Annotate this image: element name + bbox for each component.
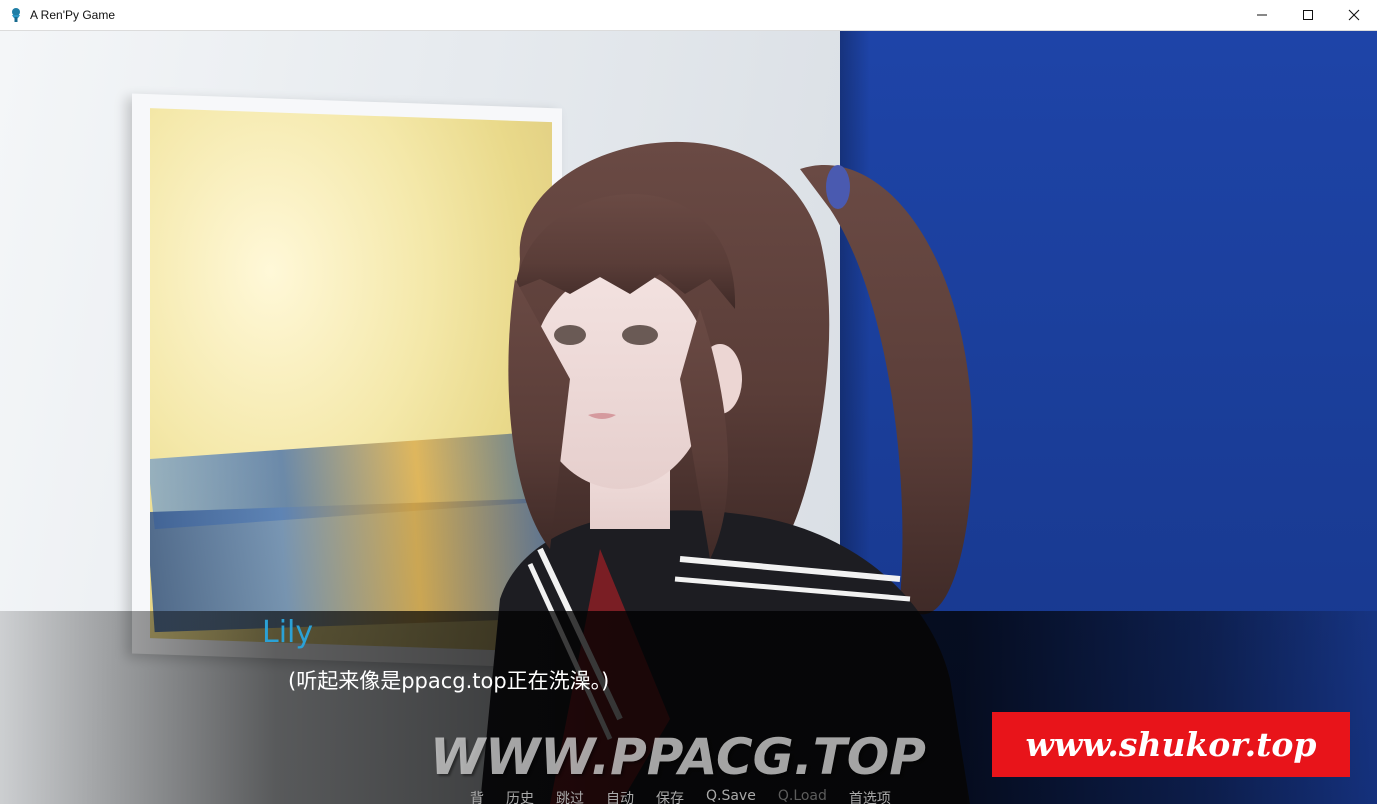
watermark-shukor-text: www.shukor.top: [1025, 725, 1317, 764]
close-icon: [1348, 9, 1360, 21]
game-viewport[interactable]: Lily (听起来像是ppacg.top正在洗澡。) WWW.PPACG.TOP…: [0, 31, 1377, 804]
quick-menu-qload[interactable]: Q.Load: [778, 788, 827, 804]
quick-menu-back[interactable]: 背: [470, 788, 484, 804]
maximize-button[interactable]: [1285, 0, 1331, 30]
window-controls: [1239, 0, 1377, 30]
renpy-app-icon: [12, 8, 20, 22]
title-bar: A Ren'Py Game: [0, 0, 1377, 31]
watermark-shukor: www.shukor.top: [992, 712, 1350, 777]
quick-menu-auto[interactable]: 自动: [606, 788, 634, 804]
quick-menu: 背 历史 跳过 自动 保存 Q.Save Q.Load 首选项: [470, 788, 913, 804]
quick-menu-qsave[interactable]: Q.Save: [706, 788, 756, 804]
quick-menu-preferences[interactable]: 首选项: [849, 788, 891, 804]
watermark-ppacg: WWW.PPACG.TOP: [430, 728, 926, 786]
quick-menu-history[interactable]: 历史: [506, 788, 534, 804]
dialogue-text: (听起来像是ppacg.top正在洗澡。): [288, 669, 610, 693]
close-button[interactable]: [1331, 0, 1377, 30]
window-title: A Ren'Py Game: [30, 8, 115, 22]
minimize-button[interactable]: [1239, 0, 1285, 30]
quick-menu-skip[interactable]: 跳过: [556, 788, 584, 804]
quick-menu-save[interactable]: 保存: [656, 788, 684, 804]
maximize-icon: [1303, 10, 1313, 20]
minimize-icon: [1257, 14, 1267, 16]
speaker-name: Lily: [262, 615, 314, 650]
game-window: A Ren'Py Game Lily (听起来像是ppacg.top正在洗澡。)…: [0, 0, 1377, 804]
